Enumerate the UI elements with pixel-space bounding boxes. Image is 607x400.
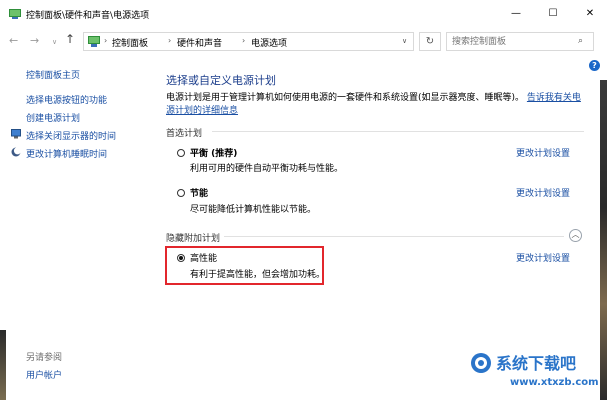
sidebar-item-sleep-time[interactable]: 更改计算机睡眠时间 [26,147,107,160]
sidebar-item-user-accounts[interactable]: 用户帐户 [26,368,62,381]
watermark-title: 系统下载吧 [496,354,577,373]
refresh-button[interactable]: ↻ [419,32,441,51]
maximize-button[interactable]: ☐ [535,4,571,24]
power-saver-plan-name[interactable]: 节能 [190,186,208,199]
monitor-icon [11,129,21,139]
hidden-divider [224,236,564,237]
search-input[interactable] [452,35,570,48]
search-icon[interactable]: ⌕ [578,36,583,46]
watermark-url: www.xtxzb.com [510,377,599,388]
preferred-plans-heading: 首选计划 [166,129,203,139]
address-dropdown-chevron-icon[interactable]: ∨ [402,37,407,45]
minimize-button[interactable]: — [498,4,534,24]
address-row: ← → ∨ ↑ › 控制面板 › 硬件和声音 › 电源选项 ∨ ↻ ⌕ [0,28,607,56]
close-button[interactable]: ✕ [572,4,607,24]
power-saver-plan-radio[interactable] [177,189,185,197]
hidden-plans-heading: 隐藏附加计划 [166,234,221,244]
control-panel-icon [88,36,100,47]
balanced-plan-radio[interactable] [177,149,185,157]
help-icon[interactable]: ? [589,60,600,71]
window-title: 控制面板\硬件和声音\电源选项 [26,11,150,21]
recent-locations-chevron-icon[interactable]: ∨ [52,38,57,46]
power-saver-change-settings-link[interactable]: 更改计划设置 [516,186,570,199]
sidebar: 控制面板主页 选择电源按钮的功能 创建电源计划 选择关闭显示器的时间 更改计算机… [0,56,150,400]
page-title: 选择或自定义电源计划 [166,74,276,87]
control-panel-icon [9,9,21,19]
balanced-change-settings-link[interactable]: 更改计划设置 [516,146,570,159]
description-text: 电源计划是用于管理计算机如何使用电源的一套硬件和系统设置(如显示器亮度、睡眠等)… [166,93,525,103]
up-arrow-icon[interactable]: ↑ [65,32,75,46]
preferred-divider [212,131,584,132]
power-saver-plan-description: 尽可能降低计算机性能以节能。 [190,205,317,215]
watermark-logo-icon [471,353,491,373]
breadcrumb-separator: › [242,36,246,45]
balanced-plan-description: 利用可用的硬件自动平衡功耗与性能。 [190,164,344,174]
high-performance-change-settings-link[interactable]: 更改计划设置 [516,251,570,264]
breadcrumb-separator: › [168,36,172,45]
search-box[interactable]: ⌕ [446,32,594,51]
breadcrumb-hardware-sound[interactable]: 硬件和声音 [177,36,222,49]
sidebar-item-display-off[interactable]: 选择关闭显示器的时间 [26,129,116,142]
sidebar-item-home[interactable]: 控制面板主页 [26,68,80,81]
sidebar-item-power-buttons[interactable]: 选择电源按钮的功能 [26,93,107,106]
breadcrumb-control-panel[interactable]: 控制面板 [112,36,148,49]
address-bar[interactable]: › 控制面板 › 硬件和声音 › 电源选项 ∨ [83,32,414,51]
back-arrow-icon[interactable]: ← [9,34,18,47]
breadcrumb-power-options[interactable]: 电源选项 [251,36,287,49]
highlight-box [165,246,324,285]
sidebar-item-create-plan[interactable]: 创建电源计划 [26,111,80,124]
see-also-heading: 另请参阅 [26,353,63,363]
watermark: 系统下载吧 www.xtxzb.com [470,350,607,400]
forward-arrow-icon[interactable]: → [30,34,39,47]
page-description: 电源计划是用于管理计算机如何使用电源的一套硬件和系统设置(如显示器亮度、睡眠等)… [166,92,586,118]
moon-icon [11,147,21,157]
desktop-edge-left [0,330,6,400]
collapse-chevron-icon[interactable]: ︿ [569,229,582,242]
balanced-plan-name[interactable]: 平衡 (推荐) [190,146,237,159]
breadcrumb-separator: › [104,36,108,45]
title-bar: 控制面板\硬件和声音\电源选项 — ☐ ✕ [0,0,607,28]
